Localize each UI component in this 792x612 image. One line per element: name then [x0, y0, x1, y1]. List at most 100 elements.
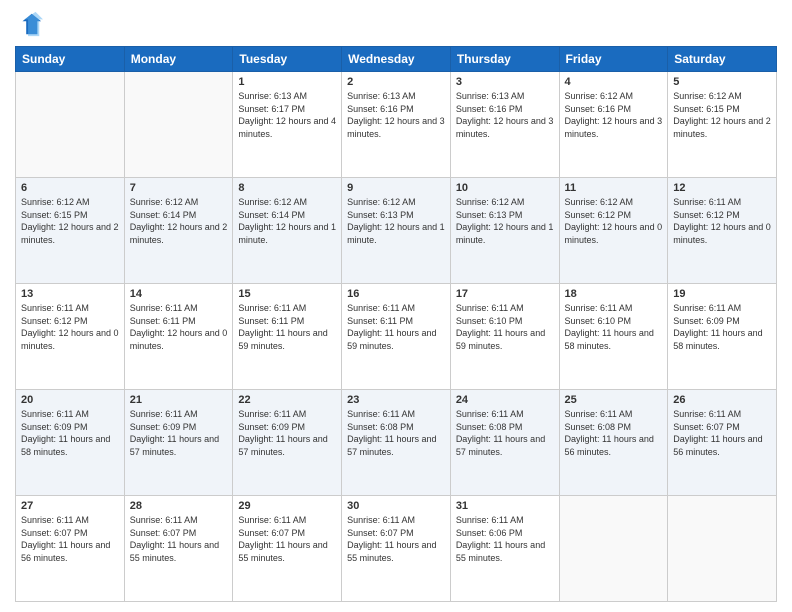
day-info: Sunrise: 6:12 AM Sunset: 6:13 PM Dayligh…: [347, 196, 445, 246]
col-wednesday: Wednesday: [342, 47, 451, 72]
day-info: Sunrise: 6:11 AM Sunset: 6:12 PM Dayligh…: [673, 196, 771, 246]
day-info: Sunrise: 6:11 AM Sunset: 6:08 PM Dayligh…: [456, 408, 554, 458]
day-info: Sunrise: 6:11 AM Sunset: 6:11 PM Dayligh…: [347, 302, 445, 352]
day-number: 9: [347, 182, 445, 194]
day-info: Sunrise: 6:11 AM Sunset: 6:07 PM Dayligh…: [21, 514, 119, 564]
day-number: 13: [21, 288, 119, 300]
day-info: Sunrise: 6:11 AM Sunset: 6:07 PM Dayligh…: [347, 514, 445, 564]
day-number: 26: [673, 394, 771, 406]
col-sunday: Sunday: [16, 47, 125, 72]
day-info: Sunrise: 6:13 AM Sunset: 6:17 PM Dayligh…: [238, 90, 336, 140]
calendar-day-cell: 19 Sunrise: 6:11 AM Sunset: 6:09 PM Dayli…: [668, 284, 777, 390]
calendar-day-cell: 15 Sunrise: 6:11 AM Sunset: 6:11 PM Dayli…: [233, 284, 342, 390]
calendar-day-cell: 8Sunrise: 6:12 AM Sunset: 6:14 PM Daylig…: [233, 178, 342, 284]
day-number: 19: [673, 288, 771, 300]
day-info: Sunrise: 6:12 AM Sunset: 6:16 PM Dayligh…: [565, 90, 663, 140]
calendar-week-row: 1 Sunrise: 6:13 AM Sunset: 6:17 PM Daylig…: [16, 72, 777, 178]
day-info: Sunrise: 6:12 AM Sunset: 6:15 PM Dayligh…: [21, 196, 119, 246]
header: [15, 10, 777, 38]
calendar-day-cell: 6Sunrise: 6:12 AM Sunset: 6:15 PM Daylig…: [16, 178, 125, 284]
day-number: 1: [238, 76, 336, 88]
calendar-day-cell: 2 Sunrise: 6:13 AM Sunset: 6:16 PM Daylig…: [342, 72, 451, 178]
day-number: 3: [456, 76, 554, 88]
calendar-day-cell: 7 Sunrise: 6:12 AM Sunset: 6:14 PM Daylig…: [124, 178, 233, 284]
day-number: 15: [238, 288, 336, 300]
calendar-day-cell: 30 Sunrise: 6:11 AM Sunset: 6:07 PM Dayli…: [342, 496, 451, 602]
day-number: 28: [130, 500, 228, 512]
day-number: 11: [565, 182, 663, 194]
col-monday: Monday: [124, 47, 233, 72]
day-number: 5: [673, 76, 771, 88]
calendar-day-cell: 29 Sunrise: 6:11 AM Sunset: 6:07 PM Dayli…: [233, 496, 342, 602]
day-info: Sunrise: 6:11 AM Sunset: 6:10 PM Dayligh…: [456, 302, 554, 352]
calendar-day-cell: 21 Sunrise: 6:11 AM Sunset: 6:09 PM Dayli…: [124, 390, 233, 496]
day-number: 21: [130, 394, 228, 406]
page: Sunday Monday Tuesday Wednesday Thursday…: [0, 0, 792, 612]
day-number: 20: [21, 394, 119, 406]
calendar-week-row: 20 Sunrise: 6:11 AM Sunset: 6:09 PM Dayli…: [16, 390, 777, 496]
calendar-day-cell: 13 Sunrise: 6:11 AM Sunset: 6:12 PM Dayli…: [16, 284, 125, 390]
day-info: Sunrise: 6:13 AM Sunset: 6:16 PM Dayligh…: [347, 90, 445, 140]
calendar-week-row: 27 Sunrise: 6:11 AM Sunset: 6:07 PM Dayli…: [16, 496, 777, 602]
calendar-day-cell: 17 Sunrise: 6:11 AM Sunset: 6:10 PM Dayli…: [450, 284, 559, 390]
logo-icon: [15, 10, 43, 38]
day-info: Sunrise: 6:12 AM Sunset: 6:12 PM Dayligh…: [565, 196, 663, 246]
day-info: Sunrise: 6:11 AM Sunset: 6:07 PM Dayligh…: [238, 514, 336, 564]
calendar-day-cell: 14 Sunrise: 6:11 AM Sunset: 6:11 PM Dayli…: [124, 284, 233, 390]
col-thursday: Thursday: [450, 47, 559, 72]
day-info: Sunrise: 6:13 AM Sunset: 6:16 PM Dayligh…: [456, 90, 554, 140]
calendar-week-row: 6Sunrise: 6:12 AM Sunset: 6:15 PM Daylig…: [16, 178, 777, 284]
day-number: 29: [238, 500, 336, 512]
day-number: 17: [456, 288, 554, 300]
calendar-day-cell: 25 Sunrise: 6:11 AM Sunset: 6:08 PM Dayli…: [559, 390, 668, 496]
calendar-day-cell: 18 Sunrise: 6:11 AM Sunset: 6:10 PM Dayli…: [559, 284, 668, 390]
day-info: Sunrise: 6:11 AM Sunset: 6:11 PM Dayligh…: [238, 302, 336, 352]
calendar-day-cell: 20 Sunrise: 6:11 AM Sunset: 6:09 PM Dayli…: [16, 390, 125, 496]
day-info: Sunrise: 6:11 AM Sunset: 6:07 PM Dayligh…: [130, 514, 228, 564]
calendar-header-row: Sunday Monday Tuesday Wednesday Thursday…: [16, 47, 777, 72]
calendar-day-cell: 10 Sunrise: 6:12 AM Sunset: 6:13 PM Dayli…: [450, 178, 559, 284]
day-number: 27: [21, 500, 119, 512]
day-number: 4: [565, 76, 663, 88]
day-info: Sunrise: 6:11 AM Sunset: 6:09 PM Dayligh…: [238, 408, 336, 458]
day-info: Sunrise: 6:11 AM Sunset: 6:11 PM Dayligh…: [130, 302, 228, 352]
col-friday: Friday: [559, 47, 668, 72]
day-info: Sunrise: 6:11 AM Sunset: 6:09 PM Dayligh…: [673, 302, 771, 352]
day-number: 23: [347, 394, 445, 406]
day-info: Sunrise: 6:11 AM Sunset: 6:08 PM Dayligh…: [347, 408, 445, 458]
day-number: 10: [456, 182, 554, 194]
calendar-day-cell: 31Sunrise: 6:11 AM Sunset: 6:06 PM Dayli…: [450, 496, 559, 602]
calendar-day-cell: [559, 496, 668, 602]
calendar-week-row: 13 Sunrise: 6:11 AM Sunset: 6:12 PM Dayli…: [16, 284, 777, 390]
day-info: Sunrise: 6:12 AM Sunset: 6:13 PM Dayligh…: [456, 196, 554, 246]
day-info: Sunrise: 6:11 AM Sunset: 6:09 PM Dayligh…: [130, 408, 228, 458]
day-number: 8: [238, 182, 336, 194]
col-tuesday: Tuesday: [233, 47, 342, 72]
calendar-day-cell: 11 Sunrise: 6:12 AM Sunset: 6:12 PM Dayli…: [559, 178, 668, 284]
calendar-day-cell: 5Sunrise: 6:12 AM Sunset: 6:15 PM Daylig…: [668, 72, 777, 178]
calendar-day-cell: 24Sunrise: 6:11 AM Sunset: 6:08 PM Dayli…: [450, 390, 559, 496]
day-number: 2: [347, 76, 445, 88]
day-info: Sunrise: 6:11 AM Sunset: 6:12 PM Dayligh…: [21, 302, 119, 352]
day-number: 18: [565, 288, 663, 300]
day-info: Sunrise: 6:11 AM Sunset: 6:07 PM Dayligh…: [673, 408, 771, 458]
day-number: 25: [565, 394, 663, 406]
calendar-day-cell: [668, 496, 777, 602]
day-info: Sunrise: 6:11 AM Sunset: 6:09 PM Dayligh…: [21, 408, 119, 458]
calendar-day-cell: 16Sunrise: 6:11 AM Sunset: 6:11 PM Dayli…: [342, 284, 451, 390]
day-info: Sunrise: 6:11 AM Sunset: 6:10 PM Dayligh…: [565, 302, 663, 352]
day-info: Sunrise: 6:11 AM Sunset: 6:06 PM Dayligh…: [456, 514, 554, 564]
day-info: Sunrise: 6:11 AM Sunset: 6:08 PM Dayligh…: [565, 408, 663, 458]
col-saturday: Saturday: [668, 47, 777, 72]
calendar-day-cell: 23 Sunrise: 6:11 AM Sunset: 6:08 PM Dayli…: [342, 390, 451, 496]
logo: [15, 10, 47, 38]
day-number: 7: [130, 182, 228, 194]
day-info: Sunrise: 6:12 AM Sunset: 6:14 PM Dayligh…: [130, 196, 228, 246]
calendar-day-cell: 12Sunrise: 6:11 AM Sunset: 6:12 PM Dayli…: [668, 178, 777, 284]
day-number: 30: [347, 500, 445, 512]
calendar-day-cell: 9 Sunrise: 6:12 AM Sunset: 6:13 PM Daylig…: [342, 178, 451, 284]
day-number: 14: [130, 288, 228, 300]
calendar-day-cell: 1 Sunrise: 6:13 AM Sunset: 6:17 PM Daylig…: [233, 72, 342, 178]
day-number: 22: [238, 394, 336, 406]
calendar-day-cell: 3 Sunrise: 6:13 AM Sunset: 6:16 PM Daylig…: [450, 72, 559, 178]
